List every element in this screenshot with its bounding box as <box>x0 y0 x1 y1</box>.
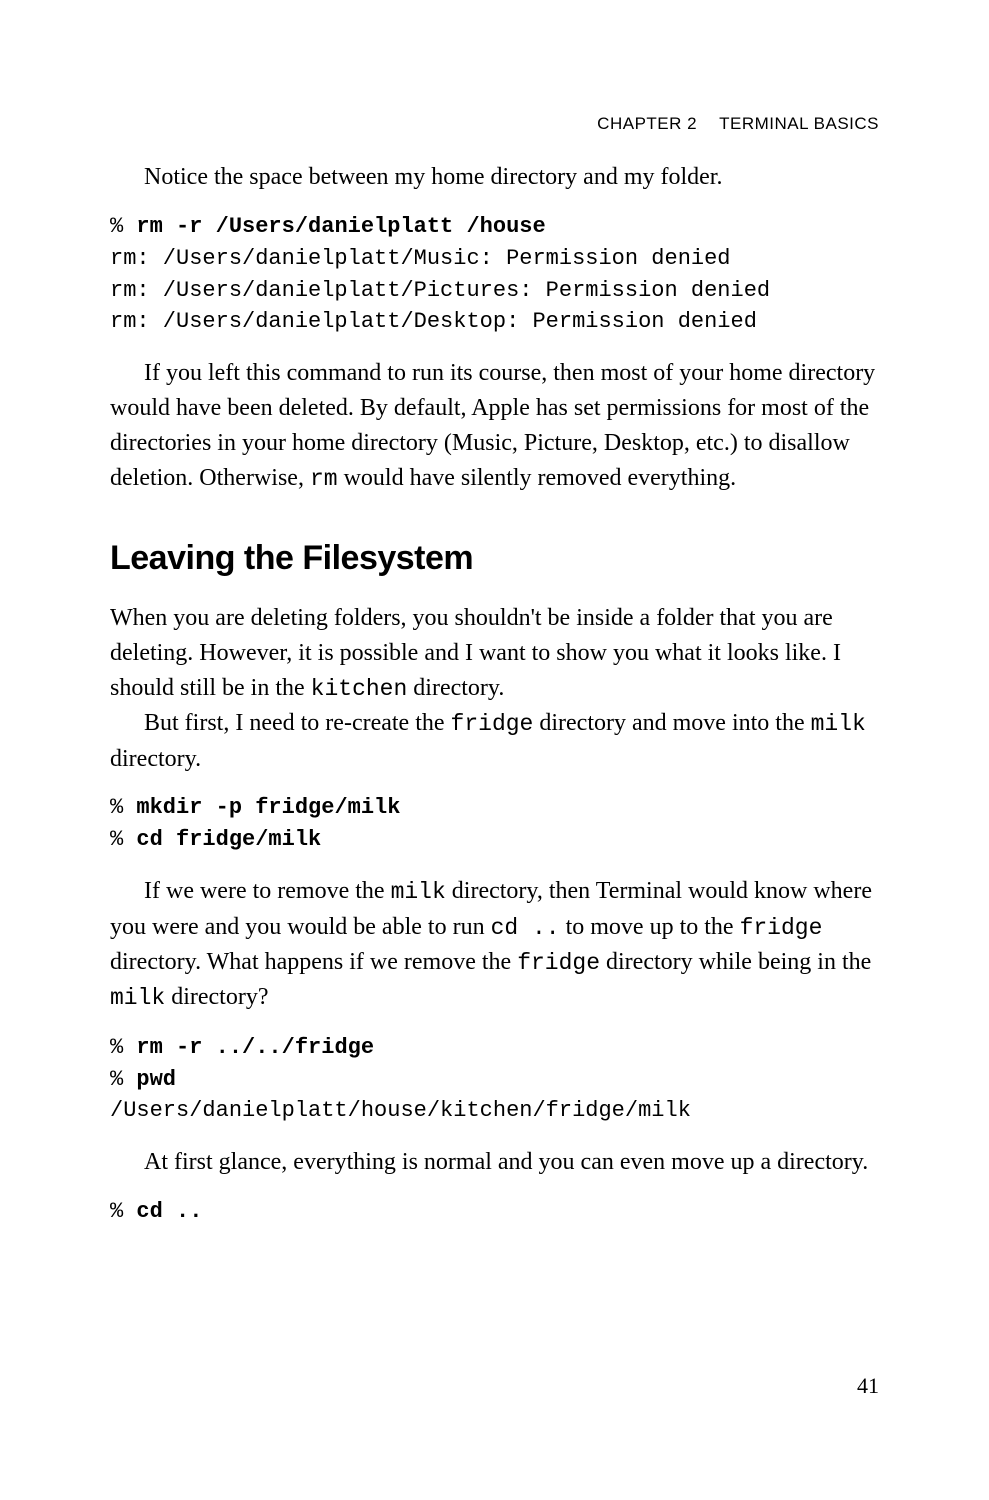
text-run: directory. What happens if we remove the <box>110 949 517 975</box>
text-run: directory while being in the <box>600 949 871 975</box>
prompt: % <box>110 795 123 820</box>
inline-code: milk <box>110 985 165 1011</box>
paragraph: If we were to remove the milk directory,… <box>110 874 879 1015</box>
inline-code: milk <box>811 711 866 737</box>
text-run: directory. <box>110 746 201 772</box>
paragraph: When you are deleting folders, you shoul… <box>110 601 879 706</box>
inline-code: fridge <box>451 711 534 737</box>
section-heading: Leaving the Filesystem <box>110 534 879 583</box>
command: cd .. <box>136 1199 202 1224</box>
text-run: directory. <box>407 675 504 701</box>
command: rm -r ../../fridge <box>136 1035 374 1060</box>
code-output: rm: /Users/danielplatt/Music: Permission… <box>110 246 731 271</box>
prompt: % <box>110 1199 123 1224</box>
command: rm -r /Users/danielplatt /house <box>136 214 545 239</box>
paragraph: But first, I need to re-create the fridg… <box>110 706 879 776</box>
text-run: directory? <box>165 984 268 1010</box>
prompt: % <box>110 1067 123 1092</box>
inline-code: fridge <box>740 915 823 941</box>
prompt: % <box>110 827 123 852</box>
inline-code: kitchen <box>311 676 408 702</box>
paragraph: At first glance, everything is normal an… <box>110 1145 879 1180</box>
inline-code: rm <box>310 466 338 492</box>
code-block: % cd .. <box>110 1196 879 1228</box>
paragraph: Notice the space between my home directo… <box>110 160 879 195</box>
inline-code: milk <box>391 879 446 905</box>
code-block: % rm -r ../../fridge % pwd /Users/daniel… <box>110 1032 879 1128</box>
running-header: CHAPTER 2 TERMINAL BASICS <box>597 112 879 137</box>
text-run: But first, I need to re-create the <box>144 710 451 736</box>
inline-code: cd .. <box>491 915 560 941</box>
page-content: Notice the space between my home directo… <box>110 160 879 1228</box>
inline-code: fridge <box>517 950 600 976</box>
code-block: % rm -r /Users/danielplatt /house rm: /U… <box>110 211 879 339</box>
code-output: rm: /Users/danielplatt/Desktop: Permissi… <box>110 309 757 334</box>
text-run: directory and move into the <box>533 710 810 736</box>
paragraph: If you left this command to run its cour… <box>110 356 879 496</box>
text-run: to move up to the <box>560 914 740 940</box>
command: mkdir -p fridge/milk <box>136 795 400 820</box>
text-run: would have silently removed everything. <box>338 465 737 491</box>
code-block: % mkdir -p fridge/milk % cd fridge/milk <box>110 792 879 856</box>
page: CHAPTER 2 TERMINAL BASICS Notice the spac… <box>0 0 989 1500</box>
prompt: % <box>110 214 123 239</box>
code-output: /Users/danielplatt/house/kitchen/fridge/… <box>110 1098 691 1123</box>
prompt: % <box>110 1035 123 1060</box>
chapter-label: CHAPTER 2 <box>597 114 697 133</box>
page-number: 41 <box>857 1370 879 1402</box>
text-run: If we were to remove the <box>144 878 391 904</box>
command: pwd <box>136 1067 176 1092</box>
command: cd fridge/milk <box>136 827 321 852</box>
code-output: rm: /Users/danielplatt/Pictures: Permiss… <box>110 278 770 303</box>
chapter-title: TERMINAL BASICS <box>719 114 879 133</box>
